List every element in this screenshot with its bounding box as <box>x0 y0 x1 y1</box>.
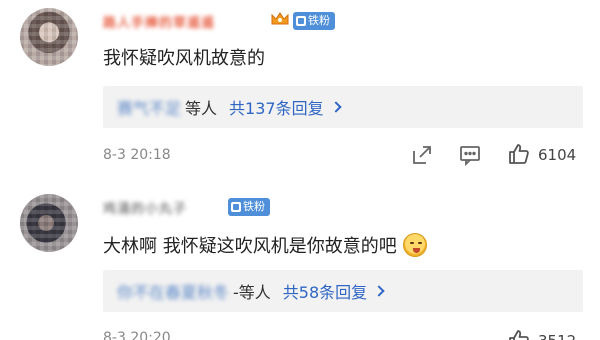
reply-names[interactable]: 赛气不足 <box>117 95 181 119</box>
reply-count-label: 共58条回复 <box>282 283 368 302</box>
share-icon[interactable] <box>410 143 434 167</box>
reply-others: -等人 <box>233 283 271 302</box>
like-count: 6104 <box>538 146 577 164</box>
chevron-right-icon <box>329 101 342 113</box>
username[interactable]: 路人手捧的草遥遥 <box>103 12 215 31</box>
reply-count-label: 共137条回复 <box>229 99 324 118</box>
username[interactable]: 鸡涌的小丸子 <box>103 198 187 217</box>
avatar[interactable] <box>20 194 78 252</box>
timestamp: 8-3 20:20 <box>103 330 171 340</box>
reply-summary[interactable]: 赛气不足 等人 共137条回复 <box>103 86 583 128</box>
crown-icon <box>271 12 289 25</box>
reply-count-link[interactable]: 共58条回复 <box>282 279 385 303</box>
comment-body: 我怀疑吹风机故意的 <box>103 48 265 69</box>
fan-badge: 铁粉 <box>293 12 335 30</box>
chevron-right-icon <box>373 285 385 297</box>
like-icon[interactable] <box>507 142 531 166</box>
comment-icon[interactable] <box>458 143 482 167</box>
badge-icon <box>231 202 241 212</box>
comment-text: 大林啊 我怀疑这吹风机是你故意的吧 <box>103 232 427 258</box>
reply-names[interactable]: 你不在春夏秋冬 <box>117 279 229 303</box>
like-icon[interactable] <box>507 328 531 340</box>
badge-icon <box>296 16 306 26</box>
badge-label: 铁粉 <box>243 200 265 213</box>
comment-body: 大林啊 我怀疑这吹风机是你故意的吧 <box>103 236 397 257</box>
reply-summary[interactable]: 你不在春夏秋冬 -等人 共58条回复 <box>103 270 583 312</box>
reply-others: 等人 <box>185 99 218 118</box>
avatar[interactable] <box>20 8 78 66</box>
timestamp: 8-3 20:18 <box>103 147 171 163</box>
fan-badge: 铁粉 <box>228 198 270 216</box>
like-count: 3512 <box>538 332 576 340</box>
comment-text: 我怀疑吹风机故意的 <box>103 44 265 70</box>
reply-count-link[interactable]: 共137条回复 <box>229 95 342 119</box>
badge-label: 铁粉 <box>308 14 330 27</box>
shy-smile-emoji-icon <box>402 233 427 257</box>
